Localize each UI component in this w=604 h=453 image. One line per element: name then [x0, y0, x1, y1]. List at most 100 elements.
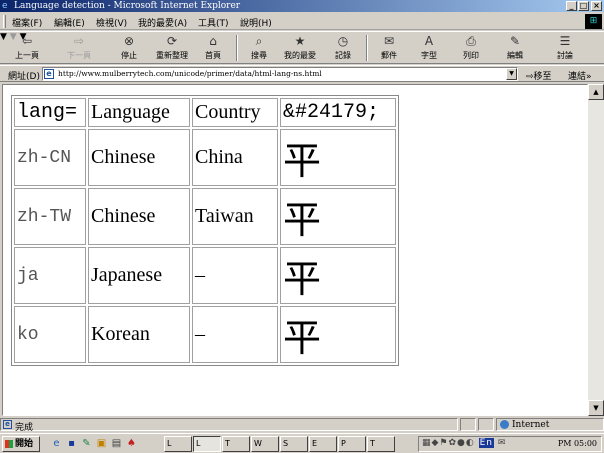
forward-label: 下一頁 — [67, 51, 91, 60]
zone-panel: Internet — [496, 418, 604, 431]
home-button[interactable]: ⌂ 首頁 — [198, 34, 228, 64]
sample-char: 平 — [280, 188, 396, 245]
ie-logo-icon: e — [2, 1, 8, 11]
table-row: ja Japanese – 平 — [14, 247, 396, 304]
app-quicklaunch-icon[interactable]: ♠ — [125, 437, 138, 450]
taskbar-task[interactable]: P — [338, 436, 366, 452]
back-dropdown-icon[interactable]: ▼ — [0, 32, 7, 42]
tray-icons[interactable]: ▦◆⚑✿●◐ En ✉ — [422, 438, 506, 448]
toolbar-separator — [236, 35, 238, 61]
stop-label: 停止 — [121, 51, 137, 60]
language-name: Chinese — [88, 129, 190, 186]
favorites-label: 我的最愛 — [284, 51, 316, 60]
chevron-right-icon: » — [586, 72, 592, 82]
refresh-icon: ⟳ — [166, 34, 178, 48]
search-icon: ⌕ — [255, 34, 263, 48]
start-button[interactable]: 開始 — [2, 436, 40, 452]
print-button[interactable]: ⎙ 列印 — [456, 34, 486, 64]
status-text: 完成 — [15, 423, 34, 433]
edit-quicklaunch-icon[interactable]: ✎ — [80, 437, 93, 450]
task-label: W — [254, 439, 262, 448]
menu-edit[interactable]: 編輯(E) — [54, 16, 85, 29]
table-row: zh-CN Chinese China 平 — [14, 129, 396, 186]
taskbar-task[interactable]: S — [280, 436, 308, 452]
address-dropdown-button[interactable]: ▼ — [506, 68, 517, 80]
refresh-button[interactable]: ⟳ 重新整理 — [150, 34, 194, 64]
maximize-button[interactable]: □ — [578, 1, 589, 11]
go-arrow-icon: ⇨ — [526, 72, 534, 82]
address-input[interactable]: e http://www.mulberrytech.com/unicode/pr… — [42, 67, 518, 81]
desktop-quicklaunch-icon[interactable]: ▣ — [95, 437, 108, 450]
task-label: L — [167, 439, 172, 448]
toolbar-separator — [366, 35, 368, 61]
taskbar-task[interactable]: E — [309, 436, 337, 452]
go-button[interactable]: ⇨移至 — [526, 69, 552, 82]
mail-tray-icon[interactable]: ✉ — [498, 438, 507, 448]
taskbar-task-active[interactable]: L — [193, 436, 221, 452]
search-button[interactable]: ⌕ 搜尋 — [244, 34, 274, 64]
lang-code: zh-TW — [14, 188, 86, 245]
taskbar-task[interactable]: L — [164, 436, 192, 452]
vertical-scrollbar[interactable]: ▲ ▼ — [588, 84, 604, 416]
favorites-button[interactable]: ★ 我的最愛 — [280, 34, 320, 64]
mail-icon: ✉ — [383, 34, 395, 48]
task-label: S — [283, 439, 289, 448]
header-language: Language — [88, 98, 190, 127]
close-button[interactable]: × — [591, 1, 602, 11]
taskbar-task[interactable]: W — [251, 436, 279, 452]
status-panel-blank — [460, 418, 476, 431]
clock: PM 05:00 — [557, 439, 597, 448]
stop-button[interactable]: ⊗ 停止 — [114, 34, 144, 64]
terminal-quicklaunch-icon[interactable]: ▤ — [110, 437, 123, 450]
save-quicklaunch-icon[interactable]: ▪ — [65, 437, 78, 450]
discuss-button[interactable]: ☰ 討論 — [550, 34, 580, 64]
discuss-label: 討論 — [557, 51, 573, 60]
windows-flag-icon — [5, 440, 13, 448]
scroll-up-button[interactable]: ▲ — [588, 84, 604, 100]
go-label: 移至 — [533, 72, 552, 82]
taskbar-task[interactable]: T — [367, 436, 395, 452]
menu-view[interactable]: 檢視(V) — [96, 16, 127, 29]
home-label: 首頁 — [205, 51, 221, 60]
history-button[interactable]: ◷ 記錄 — [328, 34, 358, 64]
ie-quicklaunch-icon[interactable]: e — [50, 437, 63, 450]
mail-button[interactable]: ✉ 郵件 — [374, 34, 404, 64]
country-name: – — [192, 247, 278, 304]
language-table: lang= Language Country &#24179; zh-CN Ch… — [11, 95, 399, 366]
ime-indicator[interactable]: En — [478, 438, 494, 448]
lang-code: ja — [14, 247, 86, 304]
country-name: Taiwan — [192, 188, 278, 245]
menu-bar: 檔案(F) 編輯(E) 檢視(V) 我的最愛(A) 工具(T) 說明(H) ⊞ — [0, 13, 604, 30]
header-char: &#24179; — [280, 98, 396, 127]
sample-char: 平 — [280, 306, 396, 363]
menu-help[interactable]: 說明(H) — [240, 16, 272, 29]
start-label: 開始 — [15, 439, 34, 449]
menu-file[interactable]: 檔案(F) — [12, 16, 42, 29]
stop-icon: ⊗ — [123, 34, 135, 48]
taskbar: 開始 e ▪ ✎ ▣ ▤ ♠ L L T W S E P T ▦◆⚑✿●◐ En… — [0, 433, 604, 453]
forward-arrow-icon: ⇨ — [73, 34, 85, 48]
links-label: 連結 — [568, 72, 587, 82]
menu-favorites[interactable]: 我的最愛(A) — [138, 16, 187, 29]
print-label: 列印 — [463, 51, 479, 60]
header-lang: lang= — [14, 98, 86, 127]
status-panel-blank — [478, 418, 494, 431]
address-url[interactable]: http://www.mulberrytech.com/unicode/prim… — [58, 69, 322, 78]
address-bar: 網址(D) e http://www.mulberrytech.com/unic… — [0, 65, 604, 82]
edit-button[interactable]: ✎ 編輯 — [500, 34, 530, 64]
font-button[interactable]: A 字型 — [414, 34, 444, 64]
refresh-label: 重新整理 — [156, 51, 188, 60]
back-arrow-icon: ⇦ — [21, 34, 33, 48]
page-icon: e — [44, 69, 54, 79]
forward-button[interactable]: ⇨ 下一頁 — [62, 34, 96, 64]
task-label: L — [196, 439, 201, 448]
scroll-down-button[interactable]: ▼ — [588, 400, 604, 416]
taskbar-task[interactable]: T — [222, 436, 250, 452]
links-button[interactable]: 連結» — [568, 69, 592, 82]
minimize-button[interactable]: _ — [566, 1, 577, 11]
task-label: T — [225, 439, 230, 448]
back-button[interactable]: ⇦ 上一頁 — [10, 34, 44, 64]
menu-tools[interactable]: 工具(T) — [198, 16, 229, 29]
page-content: lang= Language Country &#24179; zh-CN Ch… — [2, 84, 588, 416]
language-name: Chinese — [88, 188, 190, 245]
